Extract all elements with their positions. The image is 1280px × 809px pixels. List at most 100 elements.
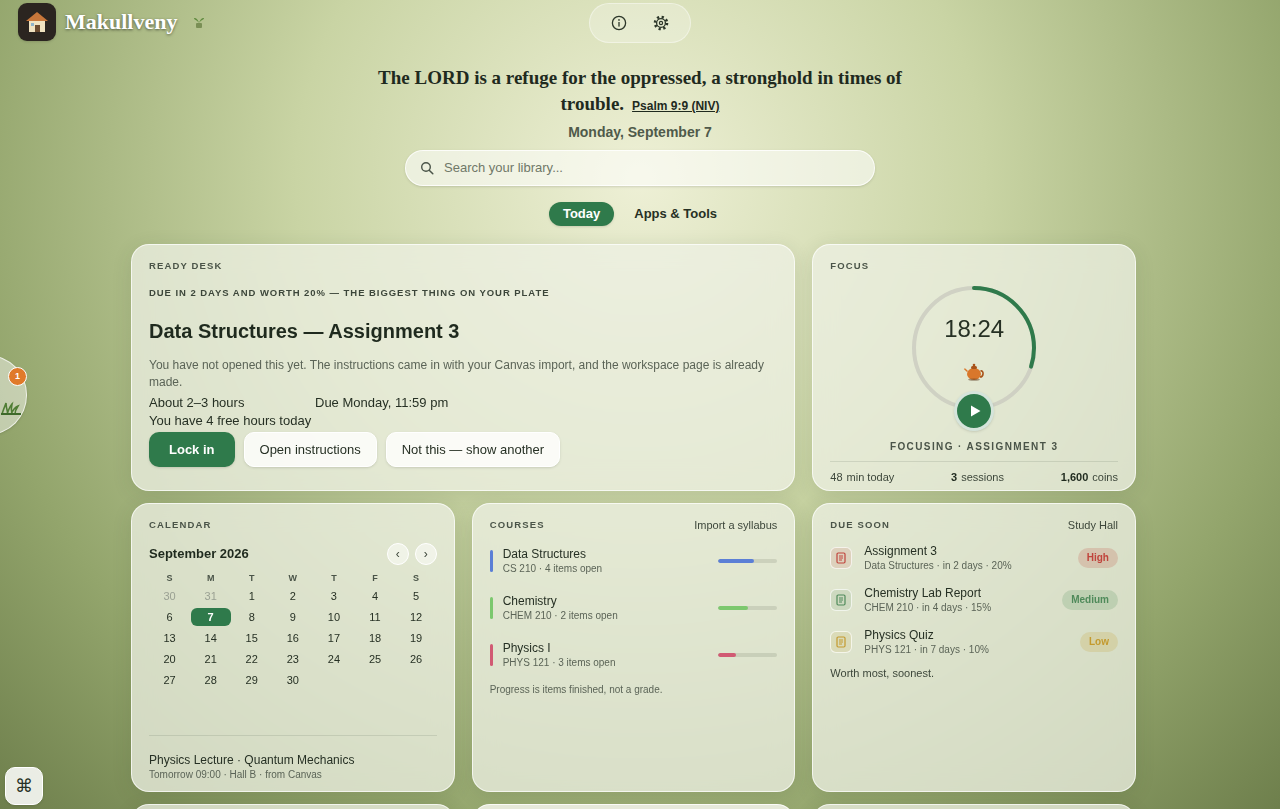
calendar-day[interactable]: 5 xyxy=(396,585,437,606)
calendar-day[interactable]: 3 xyxy=(313,585,354,606)
calendar-day[interactable]: 21 xyxy=(190,648,231,669)
verse-reference[interactable]: Psalm 9:9 (NIV) xyxy=(632,99,719,113)
search-input[interactable] xyxy=(444,158,860,178)
course-row[interactable]: ChemistryCHEM 210 · 2 items open xyxy=(490,594,778,622)
course-progress-fill xyxy=(718,606,748,610)
calendar-day[interactable]: 31 xyxy=(190,585,231,606)
day-label: 1 xyxy=(249,587,255,605)
secondary-button[interactable]: Open instructions xyxy=(244,432,377,467)
course-row[interactable]: Physics IPHYS 121 · 3 items open xyxy=(490,641,778,669)
calendar-day[interactable]: 28 xyxy=(190,669,231,690)
card xyxy=(131,804,455,809)
calendar-day[interactable]: 30 xyxy=(272,669,313,690)
secondary-button[interactable]: Not this — show another xyxy=(386,432,560,467)
event-title: Physics Lecture · Quantum Mechanics xyxy=(149,752,437,768)
calendar-day[interactable]: 14 xyxy=(190,627,231,648)
settings-button[interactable] xyxy=(650,12,672,34)
calendar-day[interactable]: 17 xyxy=(313,627,354,648)
calendar-day[interactable]: 26 xyxy=(396,648,437,669)
due-icon-box xyxy=(830,547,852,569)
event-detail: Tomorrow 09:00 · Hall B · from Canvas xyxy=(149,768,437,782)
logo[interactable] xyxy=(18,3,56,41)
calendar-day[interactable]: 30 xyxy=(149,585,190,606)
header-actions xyxy=(589,3,691,43)
course-name: Physics I xyxy=(503,641,616,656)
command-button[interactable]: ⌘ xyxy=(5,767,43,805)
due-date: Due Monday, 11:59 pm xyxy=(315,394,448,412)
weekday: F xyxy=(354,571,395,585)
info-icon xyxy=(611,15,627,31)
calendar-day[interactable]: 27 xyxy=(149,669,190,690)
day-label: 30 xyxy=(287,671,299,689)
calendar-card: CALENDARSeptember 2026‹›SMTWTFS303112345… xyxy=(131,503,455,792)
tab[interactable]: Today xyxy=(549,202,614,226)
calendar-day[interactable]: 20 xyxy=(149,648,190,669)
stat-label: coins xyxy=(1092,470,1118,484)
calendar-day[interactable]: 8 xyxy=(231,606,272,627)
calendar-day[interactable]: 29 xyxy=(231,669,272,690)
lock-in-button[interactable]: Lock in xyxy=(149,432,235,467)
due-header: DUE SOON Study Hall xyxy=(830,519,1118,531)
weekday: T xyxy=(313,571,354,585)
calendar-day[interactable]: 11 xyxy=(354,606,395,627)
calendar-day[interactable]: 6 xyxy=(149,606,190,627)
due-text: Assignment 3Data Structures · in 2 days … xyxy=(864,544,1011,572)
play-button[interactable] xyxy=(954,391,994,431)
card xyxy=(812,804,1136,809)
search-bar[interactable] xyxy=(405,150,875,186)
day-label: 11 xyxy=(369,608,380,626)
focus-status: FOCUSING · ASSIGNMENT 3 xyxy=(890,441,1059,453)
calendar-day[interactable]: 7 xyxy=(190,606,231,627)
calendar-day[interactable]: 22 xyxy=(231,648,272,669)
calendar-day[interactable]: 2 xyxy=(272,585,313,606)
stat-value: 1,600 xyxy=(1061,470,1089,484)
calendar-day[interactable]: 16 xyxy=(272,627,313,648)
course-progress-track xyxy=(718,606,777,610)
calendar-day[interactable]: 25 xyxy=(354,648,395,669)
import-syllabus-link[interactable]: Import a syllabus xyxy=(694,519,777,531)
stat-label: min today xyxy=(847,470,895,484)
house-icon xyxy=(23,9,51,35)
calendar-day[interactable]: 23 xyxy=(272,648,313,669)
calendar-event[interactable]: Physics Lecture · Quantum MechanicsTomor… xyxy=(149,735,437,791)
timer-time: 18:24 xyxy=(944,315,1004,343)
calendar-day[interactable]: 13 xyxy=(149,627,190,648)
calendar-day[interactable]: 15 xyxy=(231,627,272,648)
due-row[interactable]: Assignment 3Data Structures · in 2 days … xyxy=(830,544,1118,572)
month-title: September 2026 xyxy=(149,544,249,564)
top-bar: Makullveny xyxy=(0,0,1280,44)
due-title: Assignment 3 xyxy=(864,544,1011,559)
card-label: READY DESK xyxy=(149,260,777,272)
card-label: CALENDAR xyxy=(149,519,437,531)
course-progress-fill xyxy=(718,653,736,657)
calendar-day[interactable]: 1 xyxy=(231,585,272,606)
day-label: 10 xyxy=(328,608,340,626)
due-row[interactable]: Chemistry Lab ReportCHEM 210 · in 4 days… xyxy=(830,586,1118,614)
focus-stat: 48min today xyxy=(830,470,894,484)
calendar-day[interactable]: 12 xyxy=(396,606,437,627)
course-color-bar xyxy=(490,550,493,572)
weekday: S xyxy=(149,571,190,585)
day-label: 31 xyxy=(205,587,217,605)
timer-progress xyxy=(914,288,1034,408)
course-row[interactable]: Data StructuresCS 210 · 4 items open xyxy=(490,547,778,575)
prev-month-button[interactable]: ‹ xyxy=(387,543,409,565)
focus-stat: 1,600coins xyxy=(1061,470,1118,484)
info-button[interactable] xyxy=(608,12,630,34)
calendar-day[interactable]: 18 xyxy=(354,627,395,648)
free-time: You have 4 free hours today xyxy=(149,412,777,430)
calendar-day[interactable]: 10 xyxy=(313,606,354,627)
tab[interactable]: Apps & Tools xyxy=(620,202,731,226)
weekday-header: SMTWTFS xyxy=(149,571,437,585)
day-label: 17 xyxy=(328,629,340,647)
weekday: M xyxy=(190,571,231,585)
next-month-button[interactable]: › xyxy=(415,543,437,565)
calendar-day[interactable]: 24 xyxy=(313,648,354,669)
calendar-day[interactable]: 9 xyxy=(272,606,313,627)
due-row[interactable]: Physics QuizPHYS 121 · in 7 days · 10%Lo… xyxy=(830,628,1118,656)
calendar-day[interactable]: 19 xyxy=(396,627,437,648)
calendar-day[interactable]: 4 xyxy=(354,585,395,606)
study-hall-link[interactable]: Study Hall xyxy=(1068,519,1118,531)
day-label: 12 xyxy=(410,608,422,626)
card-label: DUE SOON xyxy=(830,519,890,531)
